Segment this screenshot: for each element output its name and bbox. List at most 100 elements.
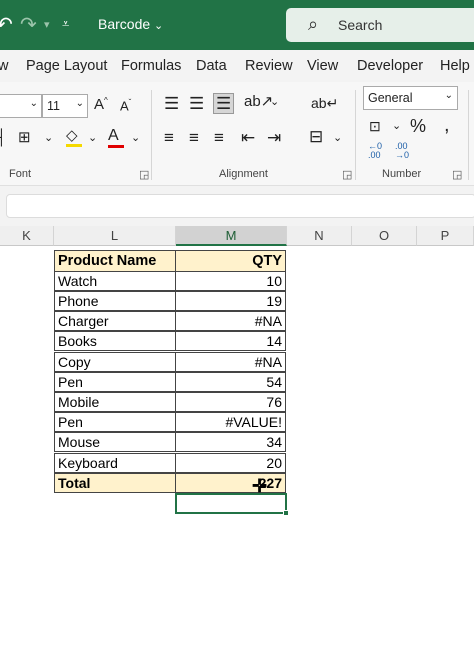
tab-view-partial[interactable]: w: [0, 58, 8, 74]
table-cell-qty[interactable]: 76: [175, 392, 286, 412]
fill-handle[interactable]: [283, 510, 289, 516]
tab-developer[interactable]: Developer: [357, 58, 423, 74]
increase-indent-icon[interactable]: ⇥: [267, 129, 281, 146]
column-header-l[interactable]: L: [54, 226, 176, 246]
customize-toolbar-icon[interactable]: ⩡: [62, 16, 69, 32]
number-format-value: General: [368, 91, 413, 105]
chevron-down-icon: ⌄: [29, 98, 38, 109]
group-separator: [151, 90, 152, 180]
chevron-down-icon: ⌄: [75, 98, 84, 109]
font-size-value: 11: [47, 99, 60, 113]
table-cell-name[interactable]: Mobile: [54, 392, 176, 412]
table-cell-name[interactable]: Keyboard: [54, 453, 176, 473]
table-cell-name[interactable]: Mouse: [54, 432, 176, 452]
table-cell-qty[interactable]: #VALUE!: [175, 412, 286, 432]
chevron-down-icon[interactable]: ⌄: [88, 133, 97, 144]
number-dialog-launcher-icon[interactable]: ◲: [452, 168, 462, 181]
table-cell-qty[interactable]: 34: [175, 432, 286, 452]
qty-header[interactable]: QTY: [175, 250, 286, 272]
table-cell-name[interactable]: Books: [54, 331, 176, 351]
redo-icon[interactable]: ↷: [20, 12, 37, 37]
total-label-cell[interactable]: Total: [54, 473, 176, 493]
column-header-o[interactable]: O: [352, 226, 417, 246]
cell-cursor-icon: ✛: [252, 476, 268, 496]
tab-help[interactable]: Help: [440, 58, 470, 74]
active-cell-selection[interactable]: [175, 493, 287, 514]
font-name-dropdown[interactable]: ⌄: [0, 94, 42, 118]
decrease-decimal-icon[interactable]: .00 →0: [395, 142, 409, 160]
font-dialog-launcher-icon[interactable]: ◲: [139, 168, 149, 181]
table-cell-qty[interactable]: 54: [175, 372, 286, 392]
chevron-down-icon: ⌄: [154, 20, 164, 32]
table-cell-name[interactable]: Charger: [54, 311, 176, 331]
align-right-icon[interactable]: ≡: [214, 129, 224, 146]
chevron-down-icon[interactable]: ⌄: [270, 97, 279, 108]
table-cell-qty[interactable]: 19: [175, 291, 286, 311]
search-label: Search: [338, 17, 383, 33]
wrap-text-icon[interactable]: ab↵: [311, 96, 338, 110]
comma-style-icon[interactable]: ,: [444, 115, 450, 135]
table-cell-name[interactable]: Phone: [54, 291, 176, 311]
merge-center-icon[interactable]: ⊟: [309, 128, 323, 145]
tab-page-layout[interactable]: Page Layout: [26, 58, 107, 74]
table-cell-name[interactable]: Pen: [54, 412, 176, 432]
group-separator: [468, 90, 469, 180]
table-cell-name[interactable]: Watch: [54, 271, 176, 291]
decrease-font-size-icon[interactable]: Aˇ: [120, 99, 131, 113]
ribbon-tabs: w Page Layout Formulas Data Review View …: [0, 50, 474, 82]
table-cell-qty[interactable]: 10: [175, 271, 286, 291]
table-cell-qty[interactable]: 20: [175, 453, 286, 473]
align-left-icon[interactable]: ≡: [164, 129, 174, 146]
accounting-format-icon[interactable]: ⊡: [369, 119, 381, 133]
decrease-indent-icon[interactable]: ⇤: [241, 129, 255, 146]
fill-color-icon[interactable]: ◇: [66, 128, 82, 147]
alignment-dialog-launcher-icon[interactable]: ◲: [342, 168, 352, 181]
tab-data[interactable]: Data: [196, 58, 227, 74]
font-size-dropdown[interactable]: 11 ⌄: [42, 94, 88, 118]
increase-decimal-icon[interactable]: ←0.00: [368, 142, 382, 160]
font-group-label: Font: [9, 168, 32, 180]
tab-review[interactable]: Review: [245, 58, 293, 74]
chevron-down-icon: ⌄: [444, 90, 453, 101]
search-icon: ⌕: [308, 14, 319, 34]
table-cell-name[interactable]: Pen: [54, 372, 176, 392]
search-box[interactable]: ⌕ Search: [286, 8, 474, 42]
number-format-dropdown[interactable]: General ⌄: [363, 86, 458, 110]
align-bottom-icon[interactable]: ☰: [213, 93, 235, 114]
product-name-header[interactable]: Product Name: [54, 250, 176, 272]
align-center-icon[interactable]: ≡: [189, 129, 199, 146]
number-group-label: Number: [382, 168, 422, 180]
formula-bar: [0, 186, 474, 226]
borders-icon[interactable]: ┤: [0, 130, 7, 145]
chevron-down-icon[interactable]: ⌄: [44, 133, 53, 144]
column-header-m[interactable]: M: [176, 226, 287, 246]
title-bar: ↶ ↷ ▾ ⩡ Barcode ⌄ ⌕ Search: [0, 0, 474, 50]
tab-formulas[interactable]: Formulas: [121, 58, 181, 74]
table-cell-qty[interactable]: #NA: [175, 352, 286, 372]
total-value-cell[interactable]: 227: [175, 473, 286, 493]
formula-input[interactable]: [6, 194, 474, 218]
chevron-down-icon[interactable]: ⌄: [392, 121, 401, 132]
column-header-p[interactable]: P: [417, 226, 474, 246]
borders-grid-icon[interactable]: ⊞: [18, 130, 31, 145]
align-middle-icon[interactable]: ☰: [189, 95, 204, 112]
file-name[interactable]: Barcode ⌄: [98, 16, 163, 32]
redo-dropdown-icon[interactable]: ▾: [44, 18, 50, 31]
orientation-icon[interactable]: ab↗: [244, 94, 273, 109]
percent-style-icon[interactable]: %: [410, 117, 426, 135]
column-header-k[interactable]: K: [0, 226, 54, 246]
undo-icon[interactable]: ↶: [0, 12, 13, 37]
table-cell-name[interactable]: Copy: [54, 352, 176, 372]
increase-font-size-icon[interactable]: A^: [94, 97, 108, 113]
group-separator: [355, 90, 356, 180]
table-cell-qty[interactable]: #NA: [175, 311, 286, 331]
column-header-n[interactable]: N: [287, 226, 352, 246]
align-top-icon[interactable]: ☰: [164, 95, 179, 112]
chevron-down-icon[interactable]: ⌄: [131, 133, 140, 144]
tab-view[interactable]: View: [307, 58, 338, 74]
table-cell-qty[interactable]: 14: [175, 331, 286, 351]
alignment-group-label: Alignment: [219, 168, 268, 180]
ribbon: ⌄ 11 ⌄ A^ Aˇ ┤ ⊞ ⌄ ◇ ⌄ A ⌄ Font ◲ ☰ ☰ ☰ …: [0, 82, 474, 186]
chevron-down-icon[interactable]: ⌄: [333, 133, 342, 144]
font-color-icon[interactable]: A: [108, 128, 124, 148]
